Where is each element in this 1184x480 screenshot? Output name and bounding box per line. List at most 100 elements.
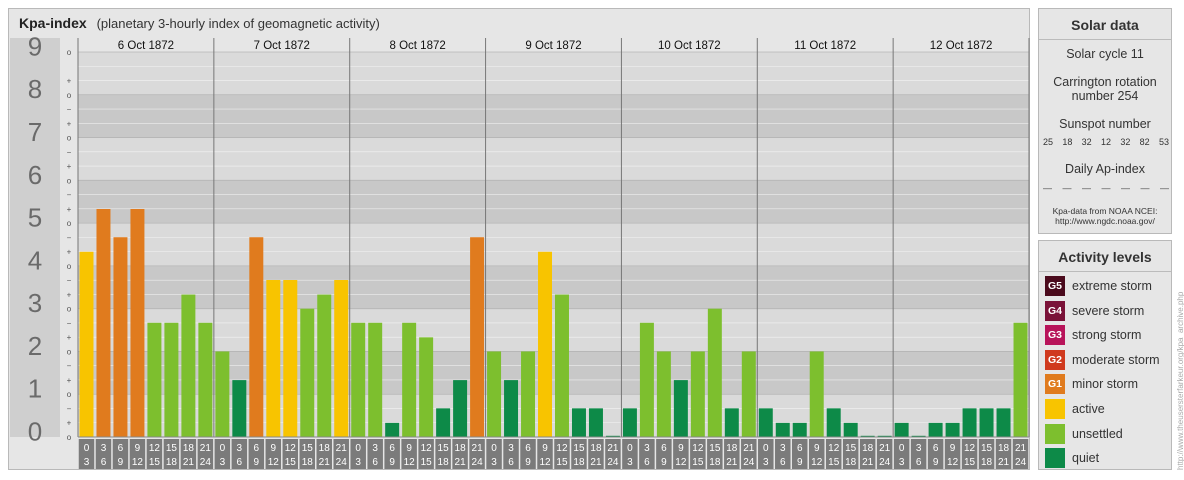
kp-bar (690, 351, 705, 437)
carrington-rotation-line1: Carrington rotation (1053, 75, 1157, 89)
activity-levels-panel: Activity levels G5 extreme storm G4 severe … (1038, 240, 1172, 470)
hour-end-label: 9 (118, 457, 124, 468)
legend-label: moderate storm (1072, 352, 1160, 367)
hour-start-label: 12 (828, 443, 840, 454)
kp-bar (962, 408, 977, 437)
kp-bar (266, 280, 281, 437)
ap-index-label: Daily Ap-index (1065, 162, 1145, 176)
level-band (78, 52, 1029, 95)
divider (1039, 39, 1171, 40)
minor-tick-label: − (67, 362, 72, 371)
solar-data-panel: Solar data Solar cycle 11 Carrington rot… (1038, 8, 1172, 234)
hour-start-label: 6 (525, 443, 531, 454)
minor-tick-label: + (67, 205, 72, 214)
ap-value: — (1043, 183, 1052, 193)
hour-start-label: 12 (149, 443, 161, 454)
hour-start-label: 9 (135, 443, 141, 454)
data-credit: Kpa-data from NOAA NCEI: http://www.ngdc… (1039, 206, 1171, 226)
hour-start-label: 6 (389, 443, 395, 454)
hour-start-label: 18 (998, 443, 1010, 454)
legend-label: severe storm (1072, 303, 1145, 318)
ap-value: — (1082, 183, 1091, 193)
day-label: 12 Oct 1872 (930, 40, 993, 52)
minor-tick-label: o (67, 91, 72, 100)
minor-tick-label: o (67, 219, 72, 228)
hour-start-label: 3 (508, 443, 514, 454)
day-label: 11 Oct 1872 (794, 40, 856, 52)
hour-end-label: 24 (336, 457, 348, 468)
hour-end-label: 12 (132, 457, 144, 468)
legend-item: G1 minor storm (1045, 374, 1138, 395)
legend-swatch: G2 (1045, 349, 1065, 370)
kp-bar (996, 408, 1011, 437)
kp-bar (826, 408, 841, 437)
hour-start-label: 0 (627, 443, 633, 454)
y-tick-label: 3 (28, 288, 42, 318)
sunspot-value: 32 (1120, 137, 1131, 147)
solar-data-title: Solar data (1071, 17, 1139, 33)
kp-bar (164, 322, 179, 437)
kp-bar (741, 351, 756, 437)
credit-line: Kpa-data from NOAA NCEI: (1052, 206, 1158, 216)
site-credit: http://www.theusersterfarkeur.org/kpa_ar… (1176, 291, 1184, 470)
y-tick-label: 5 (28, 203, 42, 233)
kp-bar (928, 422, 943, 437)
hour-start-label: 12 (556, 443, 568, 454)
hour-end-label: 24 (607, 457, 619, 468)
legend-item: G4 severe storm (1045, 300, 1145, 321)
legend-label: unsettled (1072, 426, 1123, 441)
hour-end-label: 15 (692, 457, 704, 468)
legend-item: G5 extreme storm (1045, 276, 1152, 296)
kp-bar (436, 408, 451, 437)
hour-end-label: 3 (355, 457, 361, 468)
minor-tick-label: + (67, 333, 72, 342)
kp-bar (232, 380, 247, 437)
ap-value: — (1140, 183, 1150, 193)
kp-bar (673, 380, 688, 437)
minor-tick-label: o (67, 262, 72, 271)
minor-tick-label: + (67, 290, 72, 299)
day-label: 10 Oct 1872 (658, 40, 721, 52)
minor-tick-label: − (67, 319, 72, 328)
hour-end-label: 9 (797, 457, 803, 468)
minor-tick-label: + (67, 376, 72, 385)
hour-start-label: 12 (964, 443, 976, 454)
hour-end-label: 15 (149, 457, 161, 468)
hour-end-label: 21 (319, 457, 331, 468)
hour-end-label: 21 (590, 457, 602, 468)
hour-start-label: 21 (879, 443, 891, 454)
legend-swatch (1045, 448, 1065, 469)
legend-item: unsettled (1045, 423, 1123, 444)
hour-end-label: 15 (964, 457, 976, 468)
sunspot-value: 82 (1139, 137, 1150, 147)
y-tick-label: 9 (28, 31, 42, 61)
hour-end-label: 21 (862, 457, 874, 468)
hour-end-label: 12 (268, 457, 280, 468)
hour-end-label: 3 (627, 457, 633, 468)
minor-tick-label: o (67, 305, 72, 314)
hour-end-label: 15 (556, 457, 568, 468)
credit-link[interactable]: http://www.ngdc.noaa.gov/ (1039, 216, 1171, 226)
hour-end-label: 24 (200, 457, 212, 468)
hour-end-label: 24 (472, 457, 484, 468)
ap-index-values: — — — — — — — (1043, 183, 1169, 193)
hour-end-label: 18 (438, 457, 450, 468)
kp-bar (215, 351, 230, 437)
hour-end-label: 18 (573, 457, 585, 468)
legend-swatch: G4 (1045, 300, 1065, 321)
hour-start-label: 0 (220, 443, 226, 454)
sunspot-value: 12 (1100, 137, 1111, 147)
legend-swatch: G3 (1045, 325, 1065, 346)
hour-end-label: 21 (183, 457, 195, 468)
minor-tick-label: + (67, 77, 72, 86)
minor-tick-label: − (67, 233, 72, 242)
hour-start-label: 9 (678, 443, 684, 454)
kp-bar (79, 251, 94, 437)
level-band (78, 308, 1029, 352)
hour-end-label: 15 (421, 457, 433, 468)
legend-label: extreme storm (1072, 279, 1152, 293)
hour-start-label: 9 (814, 443, 820, 454)
hour-end-label: 6 (508, 457, 514, 468)
hour-start-label: 0 (84, 443, 90, 454)
y-tick-label: 1 (28, 374, 42, 404)
